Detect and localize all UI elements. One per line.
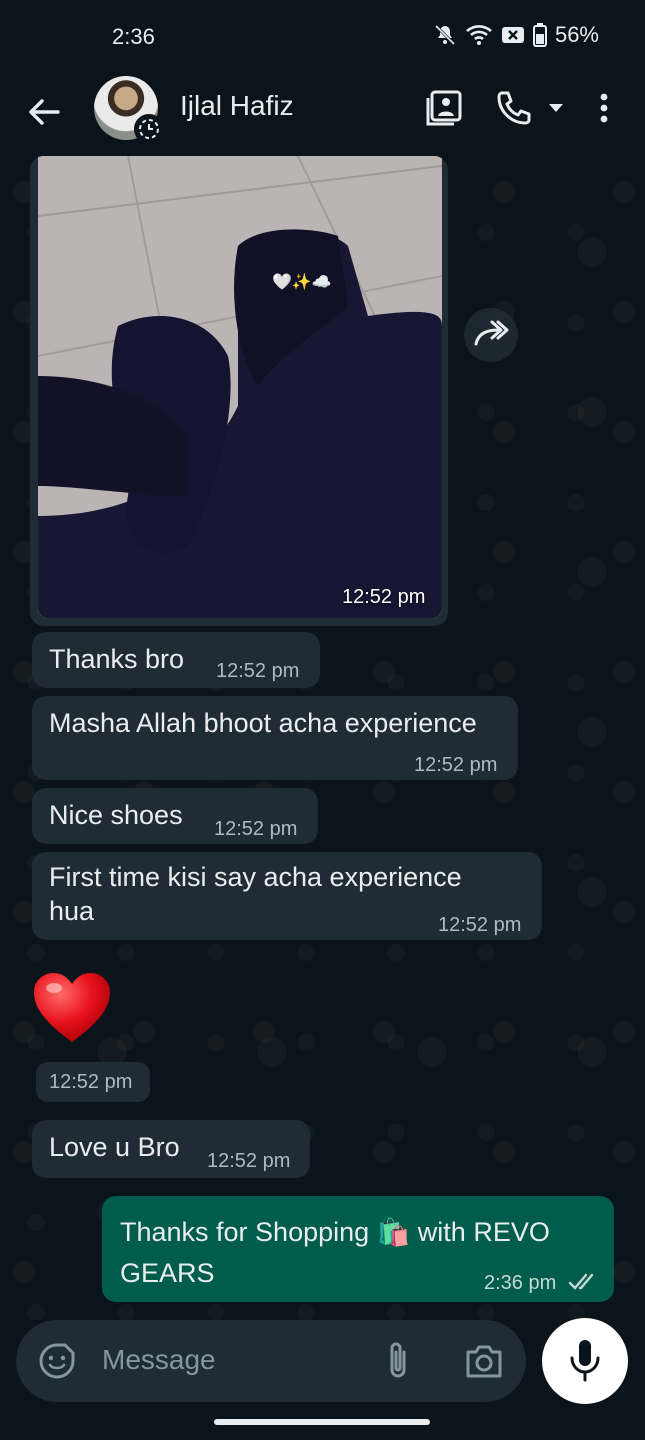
video-gallery-button[interactable] [424, 88, 464, 133]
message-text: Nice shoes [49, 800, 183, 830]
dropdown-icon [549, 104, 563, 112]
data-off-icon [501, 24, 525, 46]
message-time: 12:52 pm [207, 1150, 291, 1172]
status-bar: 2:36 56% [0, 0, 645, 72]
message-bubble[interactable]: Thanks bro 12:52 pm [32, 632, 320, 688]
shopping-bag-icon: 🛍️ [376, 1217, 411, 1247]
message-input-bar[interactable]: Message [16, 1320, 526, 1402]
back-arrow-icon [29, 99, 60, 125]
message-time: 2:36 pm [484, 1272, 557, 1294]
message-time: 12:52 pm [49, 1071, 133, 1093]
more-icon [600, 93, 608, 123]
phone-icon [497, 91, 531, 125]
attach-icon [390, 1342, 406, 1378]
sticker-icon [39, 1343, 75, 1379]
contact-name[interactable]: Ijlal Hafiz [180, 90, 294, 122]
camera-button[interactable] [464, 1342, 504, 1385]
message-time: 12:52 pm [438, 914, 522, 936]
message-bubble[interactable]: Masha Allah bhoot acha experience 12:52 … [32, 696, 518, 780]
wifi-icon [465, 24, 493, 46]
message-input[interactable]: Message [102, 1344, 216, 1376]
more-options-button[interactable] [592, 88, 616, 133]
camera-icon [466, 1345, 502, 1378]
photo-sticker: 🤍✨☁️ [272, 274, 332, 291]
message-bubble[interactable]: First time kisi say acha experience hua … [32, 852, 542, 940]
heart-time-badge: 12:52 pm [36, 1062, 150, 1102]
mute-icon [433, 23, 457, 47]
gesture-handle[interactable] [214, 1419, 430, 1425]
forward-button[interactable] [464, 308, 518, 362]
message-time: 12:52 pm [342, 586, 426, 608]
chat-header: Ijlal Hafiz [0, 72, 645, 157]
message-bubble[interactable]: Love u Bro 12:52 pm [32, 1120, 310, 1178]
photo-message[interactable]: 🤍✨☁️ 12:52 pm [30, 156, 448, 626]
call-dropdown-button[interactable] [546, 98, 566, 123]
message-text: Masha Allah bhoot acha experience [49, 708, 477, 738]
shoe-photo[interactable]: 🤍✨☁️ 12:52 pm [38, 156, 442, 618]
mic-icon [570, 1340, 600, 1382]
battery-icon [532, 23, 547, 47]
call-button[interactable] [494, 88, 534, 133]
chat-area[interactable]: 🤍✨☁️ 12:52 pm Thanks bro 12:52 pm Masha … [0, 156, 645, 1320]
message-bubble-outgoing[interactable]: Thanks for Shopping 🛍️ with REVO GEARS 2… [102, 1196, 614, 1302]
message-text: First time kisi say acha experience hua [49, 862, 462, 926]
battery-percent: 56% [554, 22, 599, 47]
status-icons: 56% [433, 22, 599, 48]
back-button[interactable] [24, 92, 64, 132]
double-check-icon [568, 1272, 600, 1297]
sticker-button[interactable] [38, 1342, 76, 1385]
video-gallery-icon [426, 90, 462, 126]
message-text: Love u Bro [49, 1132, 180, 1162]
forward-icon [474, 320, 509, 346]
message-time: 12:52 pm [216, 660, 300, 682]
status-time: 2:36 [112, 24, 155, 49]
heart-emoji-message[interactable] [32, 972, 112, 1044]
message-text: Thanks bro [49, 644, 185, 674]
message-bubble[interactable]: Nice shoes 12:52 pm [32, 788, 318, 844]
attach-button[interactable] [382, 1340, 414, 1387]
avatar[interactable] [94, 76, 164, 144]
mic-button[interactable] [542, 1318, 628, 1404]
message-text-start: Thanks for Shopping [120, 1217, 377, 1247]
status-ring-icon [134, 114, 164, 144]
message-time: 12:52 pm [414, 754, 498, 776]
heart-icon [34, 973, 110, 1042]
message-time: 12:52 pm [214, 818, 298, 840]
